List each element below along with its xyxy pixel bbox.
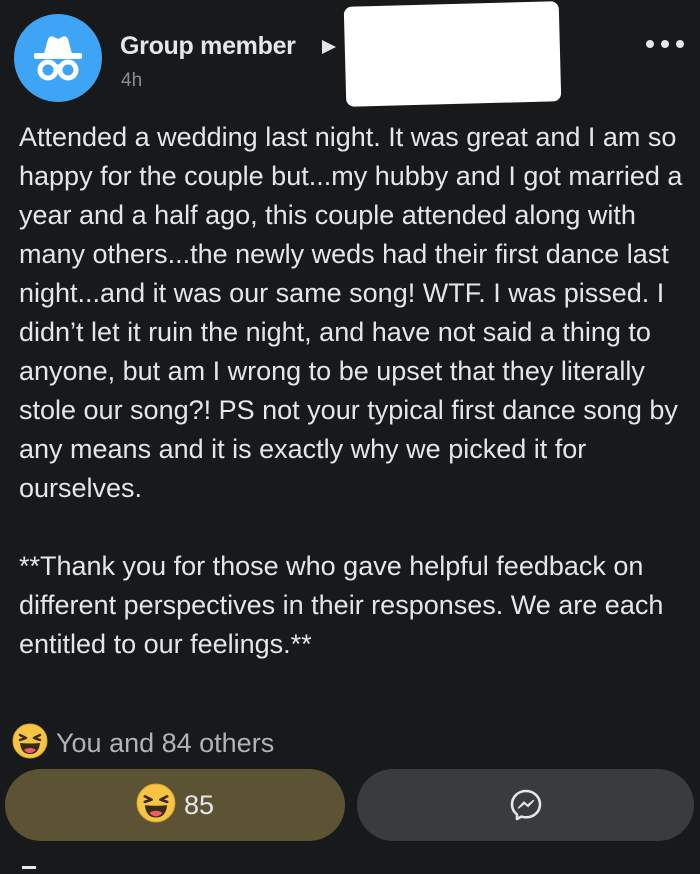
post-paragraph: **Thank you for those who gave helpful f… <box>19 551 664 659</box>
haha-emoji-icon <box>12 723 48 764</box>
more-dot <box>661 40 669 48</box>
right-arrow-icon <box>322 40 336 54</box>
more-dot <box>646 40 654 48</box>
message-button[interactable] <box>357 769 694 841</box>
more-options-icon[interactable] <box>646 34 684 54</box>
more-dot <box>676 40 684 48</box>
post-header: Group member 4h <box>0 0 700 110</box>
anonymous-incognito-icon <box>34 36 82 81</box>
haha-emoji-icon <box>136 783 176 828</box>
author-name[interactable]: Group member <box>120 32 296 61</box>
post-timestamp[interactable]: 4h <box>121 70 142 92</box>
reactions-summary[interactable]: You and 84 others <box>12 723 275 764</box>
post-body: Attended a wedding last night. It was gr… <box>19 118 691 664</box>
reaction-count: 85 <box>183 789 215 820</box>
next-post-edge <box>22 866 36 869</box>
group-name-redacted[interactable] <box>343 1 562 107</box>
reactions-summary-text: You and 84 others <box>56 727 275 758</box>
avatar[interactable] <box>14 14 102 102</box>
messenger-icon <box>510 789 541 821</box>
post-paragraph: Attended a wedding last night. It was gr… <box>19 122 683 503</box>
reaction-button[interactable]: 85 <box>5 769 345 841</box>
